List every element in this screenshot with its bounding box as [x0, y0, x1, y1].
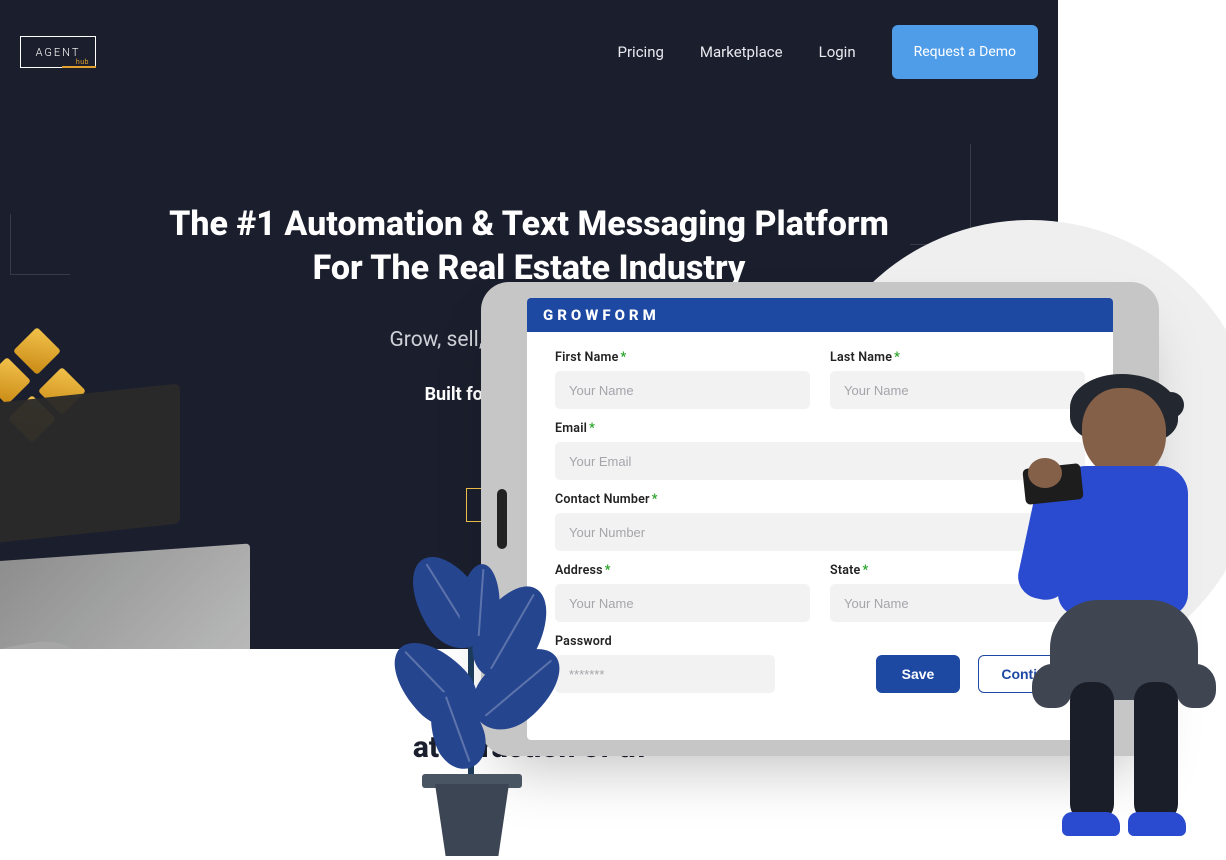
address-label: Address* [555, 563, 810, 578]
logo-sub-text: hub [76, 58, 89, 66]
contact-number-label: Contact Number* [555, 492, 1085, 507]
site-logo[interactable]: AGENT hub [20, 36, 96, 68]
address-input[interactable] [555, 584, 810, 622]
nav-pricing[interactable]: Pricing [618, 43, 664, 61]
first-name-label: First Name* [555, 350, 810, 365]
first-name-input[interactable] [555, 371, 810, 409]
email-input[interactable] [555, 442, 1085, 480]
person-illustration [1028, 388, 1226, 858]
nav-login[interactable]: Login [819, 43, 856, 61]
plant-illustration [376, 556, 576, 856]
request-demo-button[interactable]: Request a Demo [892, 25, 1038, 80]
hero-title-line1: The #1 Automation & Text Messaging Platf… [169, 204, 889, 244]
form-brand-header: GROWFORM [527, 298, 1113, 332]
primary-nav: Pricing Marketplace Login Request a Demo [618, 25, 1039, 80]
form-container: GROWFORM First Name* Last Name* [527, 298, 1113, 740]
password-input[interactable] [555, 655, 775, 693]
save-button[interactable]: Save [876, 655, 961, 693]
decorative-laptop [0, 394, 220, 649]
nav-marketplace[interactable]: Marketplace [700, 43, 783, 61]
contact-number-input[interactable] [555, 513, 1085, 551]
last-name-label: Last Name* [830, 350, 1085, 365]
email-label: Email* [555, 421, 1085, 436]
logo-main-text: AGENT [36, 46, 81, 59]
site-header: AGENT hub Pricing Marketplace Login Requ… [0, 0, 1058, 104]
password-label: Password [555, 634, 775, 649]
